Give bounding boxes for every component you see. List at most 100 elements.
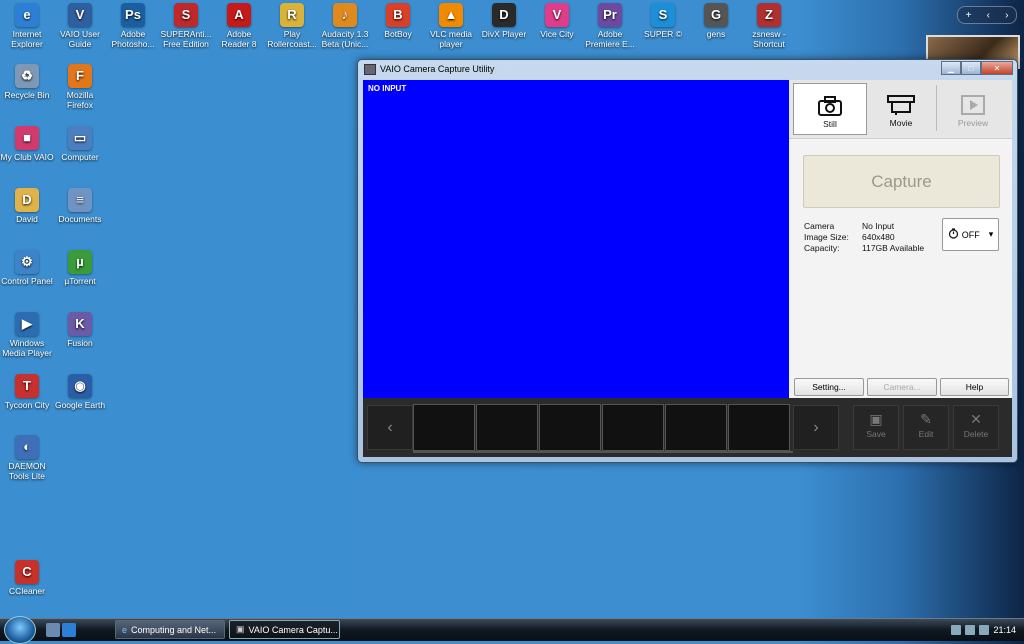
tab-movie[interactable]: Movie — [865, 83, 937, 133]
desktop-icon[interactable]: ♪ Audacity 1.3 Beta (Unic... — [318, 3, 372, 49]
app-icon — [364, 63, 376, 75]
desktop-icon-label: gens — [706, 29, 726, 39]
desktop-icon[interactable]: T Tycoon City — [0, 374, 54, 410]
window-titlebar[interactable]: VAIO Camera Capture Utility ▁ □ ✕ — [358, 60, 1017, 78]
desktop-icon-label: SUPER © — [644, 29, 682, 39]
camera-icon — [794, 93, 866, 119]
thumbnail-slot[interactable] — [413, 404, 475, 451]
desktop-icon[interactable]: Zzsnesw - Shortcut — [742, 3, 796, 49]
desktop-icon-label: Computer — [61, 152, 99, 162]
camera-info: Camera No Input Image Size: 640x480 Capaci… — [804, 221, 924, 254]
desktop-icon[interactable]: V VAIO User Guide — [53, 3, 107, 49]
volume-icon[interactable] — [979, 624, 990, 635]
timer-icon — [948, 228, 959, 241]
app-icon: Ps — [121, 3, 145, 27]
help-button[interactable]: Help — [940, 378, 1009, 396]
app-icon: ▲ — [439, 3, 463, 27]
thumbnail-slot[interactable] — [728, 404, 790, 451]
desktop-icon[interactable]: ◐ DAEMON Tools Lite — [0, 435, 54, 481]
play-icon — [937, 92, 1009, 118]
tab-preview[interactable]: Preview — [937, 83, 1009, 133]
desktop-icon[interactable]: ≡ Documents — [53, 188, 107, 224]
add-gadget-button[interactable]: + — [966, 10, 972, 21]
sidebar-gadget-controls[interactable]: + ‹ › — [957, 6, 1017, 24]
internet-explorer-icon[interactable] — [62, 623, 76, 637]
desktop-icon[interactable]: ▲ VLC media player — [424, 3, 478, 49]
desktop-icon[interactable]: ▭ Computer — [53, 126, 107, 162]
setting-button[interactable]: Setting... — [794, 378, 864, 396]
desktop-icon[interactable]: V Vice City — [530, 3, 584, 39]
app-icon: B — [386, 3, 410, 27]
edit-button[interactable]: ✎ Edit — [903, 405, 949, 450]
network-icon[interactable] — [951, 624, 962, 635]
desktop-icon[interactable]: D DivX Player — [477, 3, 531, 39]
desktop-icon[interactable]: F Mozilla Firefox — [53, 64, 107, 110]
tab-still-label: Still — [823, 119, 837, 129]
app-icon: G — [704, 3, 728, 27]
tab-still[interactable]: Still — [793, 83, 867, 135]
desktop-icon-label: Mozilla Firefox — [66, 90, 94, 110]
app-icon: ≡ — [68, 188, 92, 212]
thumbnail-slot[interactable] — [602, 404, 664, 451]
desktop-icon[interactable]: D David — [0, 188, 54, 224]
camera-button[interactable]: Camera... — [867, 378, 937, 396]
desktop-icon[interactable]: ◉ Google Earth — [53, 374, 107, 410]
desktop-icon[interactable]: Ggens — [689, 3, 743, 39]
battery-icon[interactable] — [965, 624, 976, 635]
pencil-icon: ✎ — [920, 411, 932, 427]
strip-prev-button[interactable]: ‹ — [367, 405, 413, 450]
minimize-button[interactable]: ▁ — [941, 61, 961, 75]
desktop-icon[interactable]: Ps Adobe Photosho... — [106, 3, 160, 49]
gadget-next-button[interactable]: › — [1005, 10, 1008, 21]
app-icon: ▭ — [68, 126, 92, 150]
desktop-icon[interactable]: S SUPERAnti... Free Edition — [159, 3, 213, 49]
show-desktop-icon[interactable] — [46, 623, 60, 637]
desktop-icon[interactable]: µ µTorrent — [53, 250, 107, 286]
desktop-icon[interactable]: ⚙ Control Panel — [0, 250, 54, 286]
desktop-icon[interactable]: R Play Rollercoast... — [265, 3, 319, 49]
desktop-icon-label: Vice City — [540, 29, 574, 39]
tab-movie-label: Movie — [889, 118, 913, 128]
task-computing-and-net[interactable]: e Computing and Net... — [115, 620, 225, 639]
floppy-icon: ▣ — [869, 411, 883, 427]
desktop-icon-label: DAEMON Tools Lite — [8, 461, 46, 481]
save-button[interactable]: ▣ Save — [853, 405, 899, 450]
desktop-icon-label: Adobe Photosho... — [111, 29, 155, 49]
desktop-icon-label: CCleaner — [9, 586, 45, 596]
desktop-icon-label: My Club VAIO — [0, 152, 54, 162]
strip-scrollbar[interactable] — [413, 451, 793, 453]
desktop-icon[interactable]: K Fusion — [53, 312, 107, 348]
app-icon: V — [545, 3, 569, 27]
chevron-right-icon: › — [813, 418, 819, 436]
app-icon: K — [68, 312, 92, 336]
desktop-icon[interactable]: ▶ Windows Media Player — [0, 312, 54, 358]
desktop-icon[interactable]: Pr Adobe Premiere E... — [583, 3, 637, 49]
strip-next-button[interactable]: › — [793, 405, 839, 450]
desktop-icon-label: µTorrent — [64, 276, 96, 286]
app-icon: D — [15, 188, 39, 212]
gadget-prev-button[interactable]: ‹ — [987, 10, 990, 21]
thumbnail-slot[interactable] — [539, 404, 601, 451]
desktop-icon[interactable]: S SUPER © — [636, 3, 690, 39]
clock[interactable]: 21:14 — [993, 625, 1016, 635]
ie-icon: e — [122, 624, 128, 635]
desktop-icon[interactable]: B BotBoy — [371, 3, 425, 39]
desktop-icon[interactable]: A Adobe Reader 8 — [212, 3, 266, 49]
app-icon: ◐ — [15, 435, 39, 459]
desktop-icon[interactable]: C CCleaner — [0, 560, 54, 596]
system-tray: 21:14 — [930, 619, 1024, 640]
app-icon: C — [15, 560, 39, 584]
thumbnail-slot[interactable] — [476, 404, 538, 451]
task-vaio-camera[interactable]: ▣ VAIO Camera Captu... — [229, 620, 340, 639]
close-button[interactable]: ✕ — [981, 61, 1013, 75]
desktop-icon-label: Adobe Reader 8 — [221, 29, 257, 49]
thumbnail-slot[interactable] — [665, 404, 727, 451]
maximize-button[interactable]: □ — [961, 61, 981, 75]
delete-button[interactable]: ✕ Delete — [953, 405, 999, 450]
desktop-icon[interactable]: e Internet Explorer — [0, 3, 54, 49]
capacity-value: 117GB Available — [862, 243, 925, 253]
capture-button[interactable]: Capture — [803, 155, 1000, 208]
desktop-icon[interactable]: ♻ Recycle Bin — [0, 64, 54, 100]
desktop-icon[interactable]: ■ My Club VAIO — [0, 126, 54, 162]
self-timer-dropdown[interactable]: OFF ▾ — [942, 218, 999, 251]
